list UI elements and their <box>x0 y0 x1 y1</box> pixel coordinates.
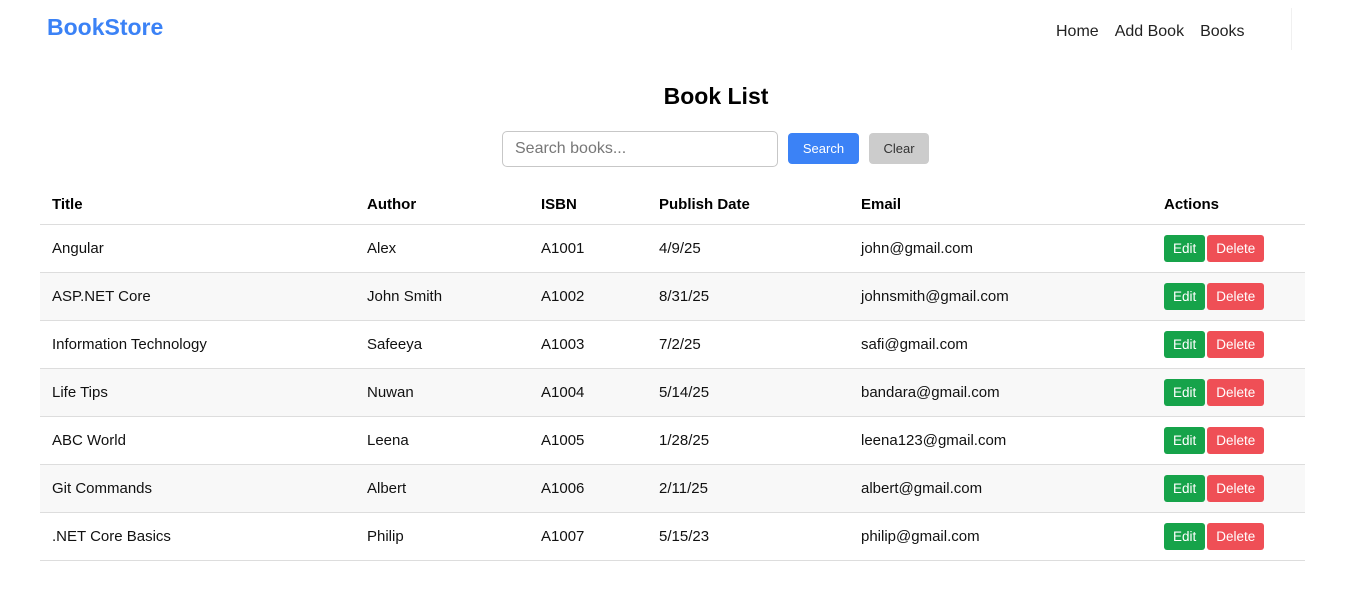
book-author-cell: Albert <box>355 464 529 513</box>
table-row: Information Technology Safeeya A1003 7/2/25… <box>40 320 1305 369</box>
search-button[interactable]: Search <box>788 133 859 164</box>
table-body: Angular Alex A1001 4/9/25 john@gmail.com Edit… <box>40 224 1305 561</box>
book-email-cell: albert@gmail.com <box>849 464 1152 513</box>
book-email-cell: bandara@gmail.com <box>849 368 1152 417</box>
book-author-cell: Nuwan <box>355 368 529 417</box>
book-publish-date-cell: 1/28/25 <box>647 416 849 465</box>
table-header-row: Title Author ISBN Publish Date Email Act… <box>40 186 1305 225</box>
nav-divider <box>1291 8 1292 50</box>
delete-button[interactable]: Delete <box>1207 426 1265 454</box>
table-row: .NET Core Basics Philip A1007 5/15/23 philip… <box>40 512 1305 561</box>
book-publish-date-cell: 7/2/25 <box>647 320 849 369</box>
delete-button[interactable]: Delete <box>1207 282 1265 310</box>
edit-button[interactable]: Edit <box>1164 522 1206 550</box>
book-email-cell: leena123@gmail.com <box>849 416 1152 465</box>
book-actions-cell: Edit Delete <box>1152 224 1305 273</box>
book-publish-date-cell: 5/14/25 <box>647 368 849 417</box>
book-title-cell: ABC World <box>40 416 355 465</box>
book-title-cell: ASP.NET Core <box>40 272 355 321</box>
column-header-publish-date: Publish Date <box>647 186 849 225</box>
book-actions-cell: Edit Delete <box>1152 512 1305 561</box>
delete-button[interactable]: Delete <box>1207 378 1265 406</box>
book-actions-cell: Edit Delete <box>1152 272 1305 321</box>
brand-logo[interactable]: BookStore <box>47 14 163 41</box>
table-row: ASP.NET Core John Smith A1002 8/31/25 johnsm… <box>40 272 1305 321</box>
book-author-cell: Leena <box>355 416 529 465</box>
edit-button[interactable]: Edit <box>1164 330 1206 358</box>
delete-button[interactable]: Delete <box>1207 330 1265 358</box>
nav-add-book-link[interactable]: Add Book <box>1107 22 1192 42</box>
book-author-cell: Alex <box>355 224 529 273</box>
search-input[interactable] <box>502 131 778 167</box>
book-isbn-cell: A1007 <box>529 512 647 561</box>
edit-button[interactable]: Edit <box>1164 282 1206 310</box>
column-header-email: Email <box>849 186 1152 225</box>
edit-button[interactable]: Edit <box>1164 378 1206 406</box>
book-isbn-cell: A1006 <box>529 464 647 513</box>
book-publish-date-cell: 5/15/23 <box>647 512 849 561</box>
book-title-cell: Git Commands <box>40 464 355 513</box>
column-header-author: Author <box>355 186 529 225</box>
column-header-title: Title <box>40 186 355 225</box>
book-actions-cell: Edit Delete <box>1152 416 1305 465</box>
column-header-actions: Actions <box>1152 186 1305 225</box>
book-isbn-cell: A1002 <box>529 272 647 321</box>
book-title-cell: Angular <box>40 224 355 273</box>
book-actions-cell: Edit Delete <box>1152 464 1305 513</box>
page-title: Book List <box>663 83 769 109</box>
book-email-cell: johnsmith@gmail.com <box>849 272 1152 321</box>
book-title-cell: Information Technology <box>40 320 355 369</box>
book-table: Title Author ISBN Publish Date Email Act… <box>40 186 1305 561</box>
book-isbn-cell: A1005 <box>529 416 647 465</box>
delete-button[interactable]: Delete <box>1207 474 1265 502</box>
book-publish-date-cell: 8/31/25 <box>647 272 849 321</box>
table-row: Life Tips Nuwan A1004 5/14/25 bandara@gmail.… <box>40 368 1305 417</box>
book-title-cell: .NET Core Basics <box>40 512 355 561</box>
nav-books-link[interactable]: Books <box>1192 22 1252 42</box>
book-actions-cell: Edit Delete <box>1152 320 1305 369</box>
column-header-isbn: ISBN <box>529 186 647 225</box>
book-title-cell: Life Tips <box>40 368 355 417</box>
book-author-cell: Philip <box>355 512 529 561</box>
edit-button[interactable]: Edit <box>1164 234 1206 262</box>
delete-button[interactable]: Delete <box>1207 234 1265 262</box>
clear-button[interactable]: Clear <box>869 133 929 164</box>
book-isbn-cell: A1004 <box>529 368 647 417</box>
nav-home-link[interactable]: Home <box>1048 22 1107 42</box>
book-isbn-cell: A1001 <box>529 224 647 273</box>
book-publish-date-cell: 2/11/25 <box>647 464 849 513</box>
book-email-cell: john@gmail.com <box>849 224 1152 273</box>
book-isbn-cell: A1003 <box>529 320 647 369</box>
book-publish-date-cell: 4/9/25 <box>647 224 849 273</box>
book-actions-cell: Edit Delete <box>1152 368 1305 417</box>
edit-button[interactable]: Edit <box>1164 474 1206 502</box>
main-nav: Home Add Book Books <box>1048 22 1253 42</box>
book-email-cell: safi@gmail.com <box>849 320 1152 369</box>
book-email-cell: philip@gmail.com <box>849 512 1152 561</box>
table-row: ABC World Leena A1005 1/28/25 leena123@gmail… <box>40 416 1305 465</box>
edit-button[interactable]: Edit <box>1164 426 1206 454</box>
table-row: Git Commands Albert A1006 2/11/25 albert@gma… <box>40 464 1305 513</box>
delete-button[interactable]: Delete <box>1207 522 1265 550</box>
table-row: Angular Alex A1001 4/9/25 john@gmail.com Edit… <box>40 224 1305 273</box>
book-author-cell: Safeeya <box>355 320 529 369</box>
book-author-cell: John Smith <box>355 272 529 321</box>
